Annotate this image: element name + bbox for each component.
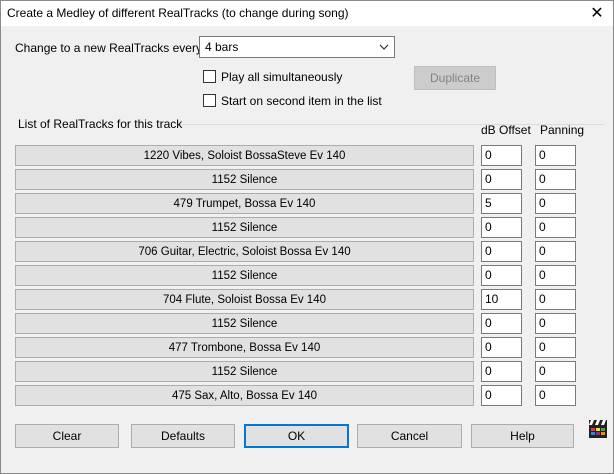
realtrack-button[interactable]: 1152 Silence bbox=[15, 217, 474, 238]
db-offset-field[interactable]: 5 bbox=[481, 193, 522, 214]
db-offset-field[interactable]: 0 bbox=[481, 265, 522, 286]
change-interval-label: Change to a new RealTracks every bbox=[15, 41, 202, 55]
close-icon[interactable]: ✕ bbox=[586, 2, 608, 24]
realtrack-button[interactable]: 1152 Silence bbox=[15, 265, 474, 286]
panning-field[interactable]: 0 bbox=[535, 241, 576, 262]
panning-field[interactable]: 0 bbox=[535, 337, 576, 358]
realtracks-list-label: List of RealTracks for this track bbox=[18, 117, 183, 131]
db-offset-field[interactable]: 0 bbox=[481, 385, 522, 406]
db-offset-header: dB Offset bbox=[481, 123, 531, 137]
realtrack-button[interactable]: 1152 Silence bbox=[15, 361, 474, 382]
defaults-button[interactable]: Defaults bbox=[131, 424, 235, 448]
help-button[interactable]: Help bbox=[471, 424, 574, 448]
ok-button[interactable]: OK bbox=[244, 424, 349, 448]
db-offset-field[interactable]: 0 bbox=[481, 241, 522, 262]
panning-field[interactable]: 0 bbox=[535, 217, 576, 238]
start-second-checkbox[interactable] bbox=[203, 94, 216, 107]
realtrack-button[interactable]: 1152 Silence bbox=[15, 313, 474, 334]
panning-field[interactable]: 0 bbox=[535, 169, 576, 190]
panning-field[interactable]: 0 bbox=[535, 193, 576, 214]
db-offset-field[interactable]: 0 bbox=[481, 361, 522, 382]
panning-field[interactable]: 0 bbox=[535, 145, 576, 166]
panning-field[interactable]: 0 bbox=[535, 361, 576, 382]
realtrack-button[interactable]: 1220 Vibes, Soloist BossaSteve Ev 140 bbox=[15, 145, 474, 166]
realtrack-button[interactable]: 479 Trumpet, Bossa Ev 140 bbox=[15, 193, 474, 214]
panning-header: Panning bbox=[540, 123, 585, 137]
interval-value: 4 bars bbox=[205, 40, 239, 54]
panning-field[interactable]: 0 bbox=[535, 265, 576, 286]
realtrack-button[interactable]: 477 Trombone, Bossa Ev 140 bbox=[15, 337, 474, 358]
realtrack-button[interactable]: 475 Sax, Alto, Bossa Ev 140 bbox=[15, 385, 474, 406]
duplicate-button[interactable]: Duplicate bbox=[414, 66, 496, 90]
cancel-button[interactable]: Cancel bbox=[357, 424, 462, 448]
interval-dropdown[interactable]: 4 bars bbox=[199, 36, 395, 58]
clear-button[interactable]: Clear bbox=[15, 424, 119, 448]
panning-field[interactable]: 0 bbox=[535, 385, 576, 406]
clapboard-icon[interactable] bbox=[588, 419, 608, 439]
chevron-down-icon bbox=[379, 44, 389, 50]
title-bar: Create a Medley of different RealTracks … bbox=[0, 0, 614, 26]
start-second-label: Start on second item in the list bbox=[221, 94, 382, 108]
realtrack-button[interactable]: 706 Guitar, Electric, Soloist Bossa Ev 1… bbox=[15, 241, 474, 262]
realtrack-button[interactable]: 704 Flute, Soloist Bossa Ev 140 bbox=[15, 289, 474, 310]
db-offset-field[interactable]: 0 bbox=[481, 217, 522, 238]
play-all-label: Play all simultaneously bbox=[221, 70, 343, 84]
db-offset-field[interactable]: 0 bbox=[481, 169, 522, 190]
db-offset-field[interactable]: 0 bbox=[481, 337, 522, 358]
window-title: Create a Medley of different RealTracks … bbox=[7, 6, 349, 20]
db-offset-field[interactable]: 0 bbox=[481, 145, 522, 166]
panning-field[interactable]: 0 bbox=[535, 289, 576, 310]
db-offset-field[interactable]: 10 bbox=[481, 289, 522, 310]
panning-field[interactable]: 0 bbox=[535, 313, 576, 334]
db-offset-field[interactable]: 0 bbox=[481, 313, 522, 334]
play-all-checkbox[interactable] bbox=[203, 70, 216, 83]
realtrack-button[interactable]: 1152 Silence bbox=[15, 169, 474, 190]
